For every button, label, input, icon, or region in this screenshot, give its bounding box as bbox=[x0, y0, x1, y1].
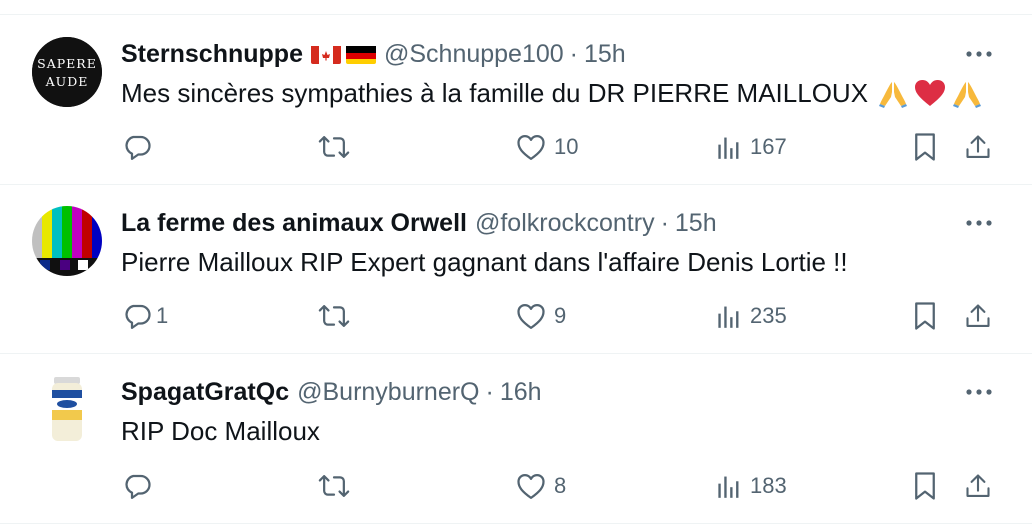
tweet-header: Sternschnuppe @Schnuppe100 · 15h bbox=[121, 39, 626, 69]
folded-hands-emoji-icon bbox=[878, 78, 908, 108]
action-bar: 10 167 bbox=[0, 131, 1032, 163]
repost-button[interactable] bbox=[318, 300, 358, 332]
repost-button[interactable] bbox=[318, 470, 358, 502]
more-dots-icon bbox=[966, 389, 992, 395]
tv-test-pattern-avatar-image bbox=[32, 206, 102, 276]
tweet-header: SpagatGratQc @BurnyburnerQ · 16h bbox=[121, 377, 542, 407]
tweet-body: Pierre Mailloux RIP Expert gagnant dans … bbox=[121, 244, 848, 280]
heart-icon bbox=[517, 304, 545, 329]
repost-icon bbox=[318, 305, 350, 327]
reply-icon bbox=[125, 474, 151, 499]
reply-icon bbox=[125, 304, 151, 329]
more-dots-icon bbox=[966, 220, 992, 226]
action-bar: 1 9 235 bbox=[0, 300, 1032, 332]
share-icon bbox=[966, 304, 990, 327]
red-heart-emoji-icon bbox=[914, 79, 946, 107]
repost-button[interactable] bbox=[318, 131, 358, 163]
views-chart-icon bbox=[718, 476, 739, 498]
more-options-button[interactable] bbox=[963, 211, 995, 235]
more-options-button[interactable] bbox=[963, 42, 995, 66]
share-button[interactable] bbox=[964, 300, 992, 332]
repost-icon bbox=[318, 475, 350, 497]
views-button[interactable]: 167 bbox=[716, 131, 787, 163]
separator-dot: · bbox=[485, 377, 494, 406]
mayonnaise-jar-avatar-image bbox=[32, 374, 102, 444]
germany-flag-icon bbox=[345, 44, 376, 64]
repost-icon bbox=[318, 136, 350, 158]
folded-hands-emoji-icon bbox=[952, 78, 982, 108]
views-chart-icon bbox=[718, 306, 739, 328]
bookmark-button[interactable] bbox=[912, 131, 938, 163]
share-button[interactable] bbox=[964, 470, 992, 502]
heart-icon bbox=[517, 135, 545, 160]
like-button[interactable]: 10 bbox=[516, 131, 578, 163]
tweet[interactable]: SpagatGratQc @BurnyburnerQ · 16h RIP Doc… bbox=[0, 354, 1032, 524]
tweet-body: Mes sincères sympathies à la famille du … bbox=[121, 75, 982, 111]
tweet-text: RIP Doc Mailloux bbox=[121, 415, 320, 446]
user-handle[interactable]: @Schnuppe100 bbox=[384, 40, 564, 69]
share-button[interactable] bbox=[964, 131, 992, 163]
share-icon bbox=[966, 474, 990, 497]
name-flags bbox=[310, 44, 376, 64]
bookmark-button[interactable] bbox=[912, 470, 938, 502]
like-button[interactable]: 8 bbox=[516, 470, 566, 502]
svg-text:AUDE: AUDE bbox=[45, 74, 89, 89]
timestamp[interactable]: 15h bbox=[675, 209, 717, 238]
sapere-aude-avatar-image: SAPERE AUDE bbox=[32, 37, 102, 107]
bookmark-button[interactable] bbox=[912, 300, 938, 332]
like-button[interactable]: 9 bbox=[516, 300, 566, 332]
svg-text:SAPERE: SAPERE bbox=[37, 56, 97, 71]
bookmark-icon bbox=[915, 302, 935, 330]
separator-dot: · bbox=[569, 39, 578, 68]
tweet-text: Mes sincères sympathies à la famille du … bbox=[121, 77, 869, 108]
reply-feed: SAPERE AUDE Sternschnuppe @Schnuppe100 ·… bbox=[0, 0, 1032, 524]
views-count: 183 bbox=[750, 473, 787, 498]
views-button[interactable]: 183 bbox=[716, 470, 787, 502]
like-count: 10 bbox=[554, 134, 579, 159]
reply-icon bbox=[125, 135, 151, 160]
tweet-header: La ferme des animaux Orwell @folkrockcon… bbox=[121, 208, 717, 238]
views-chart-icon bbox=[718, 137, 739, 159]
avatar[interactable]: SAPERE AUDE bbox=[32, 37, 102, 107]
user-handle[interactable]: @BurnyburnerQ bbox=[297, 378, 479, 407]
timestamp[interactable]: 16h bbox=[500, 378, 542, 407]
tweet[interactable]: La ferme des animaux Orwell @folkrockcon… bbox=[0, 185, 1032, 354]
avatar[interactable] bbox=[32, 374, 102, 444]
display-name[interactable]: La ferme des animaux Orwell bbox=[121, 209, 467, 238]
more-options-button[interactable] bbox=[963, 380, 995, 404]
avatar[interactable] bbox=[32, 206, 102, 276]
display-name[interactable]: SpagatGratQc bbox=[121, 378, 289, 407]
separator-dot: · bbox=[660, 208, 669, 237]
reply-button[interactable] bbox=[122, 131, 160, 163]
reply-button[interactable] bbox=[122, 470, 160, 502]
share-icon bbox=[966, 135, 990, 158]
action-bar: 8 183 bbox=[0, 470, 1032, 502]
reply-button[interactable]: 1 bbox=[122, 300, 168, 332]
more-dots-icon bbox=[966, 51, 992, 57]
views-count: 167 bbox=[750, 134, 787, 159]
tweet-text: Pierre Mailloux RIP Expert gagnant dans … bbox=[121, 246, 848, 277]
canada-flag-icon bbox=[310, 44, 341, 64]
like-count: 9 bbox=[554, 303, 567, 328]
display-name[interactable]: Sternschnuppe bbox=[121, 40, 303, 69]
views-button[interactable]: 235 bbox=[716, 300, 787, 332]
bookmark-icon bbox=[915, 472, 935, 500]
tweet[interactable]: SAPERE AUDE Sternschnuppe @Schnuppe100 ·… bbox=[0, 15, 1032, 185]
timestamp[interactable]: 15h bbox=[584, 40, 626, 69]
bookmark-icon bbox=[915, 133, 935, 161]
tweet-body: RIP Doc Mailloux bbox=[121, 413, 320, 449]
heart-icon bbox=[517, 474, 545, 499]
views-count: 235 bbox=[750, 303, 787, 328]
reply-count: 1 bbox=[156, 303, 169, 328]
like-count: 8 bbox=[554, 473, 567, 498]
user-handle[interactable]: @folkrockcontry bbox=[475, 209, 655, 238]
